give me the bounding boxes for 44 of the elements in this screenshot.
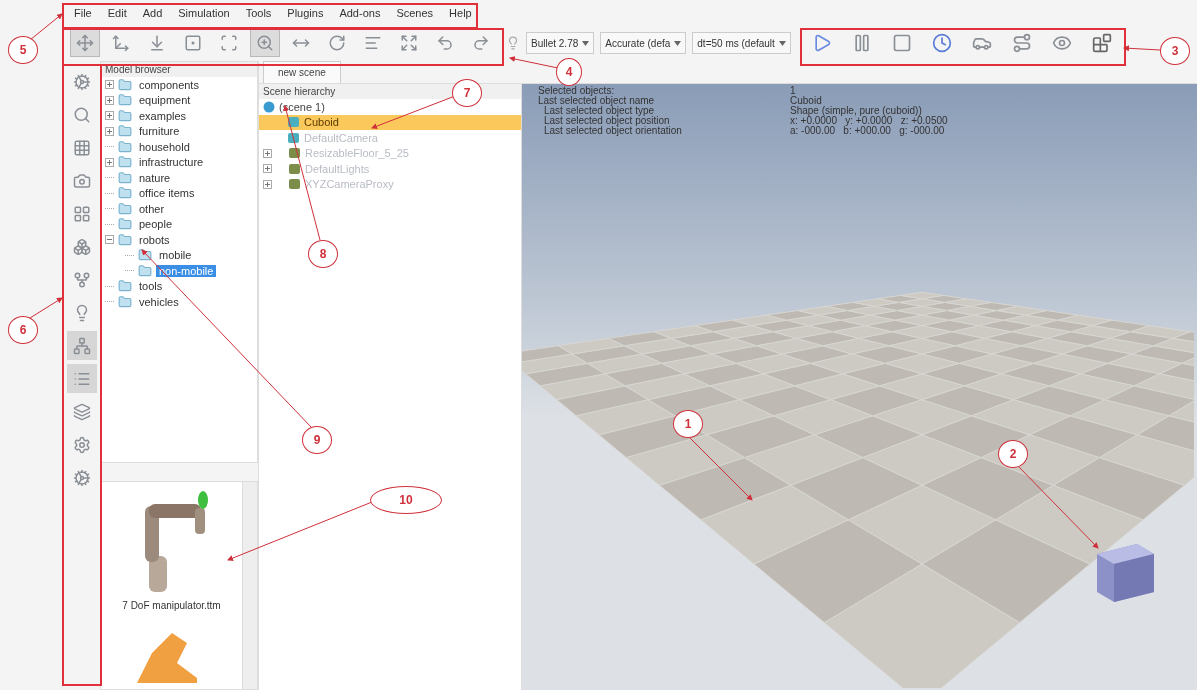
- tree-item[interactable]: examples: [136, 109, 190, 122]
- menu-item[interactable]: Tools: [245, 7, 272, 25]
- menu-item[interactable]: Simulation: [178, 7, 230, 25]
- tree-item[interactable]: household: [136, 140, 193, 153]
- callout-number: 4: [556, 58, 582, 86]
- menu-item[interactable]: Add-ons: [339, 7, 381, 25]
- menu-item[interactable]: Add: [142, 7, 163, 25]
- tree-item[interactable]: robots: [136, 233, 173, 246]
- engine-dropdown[interactable]: dt=50 ms (default: [692, 32, 791, 54]
- scene-tab[interactable]: new scene: [263, 61, 341, 83]
- engine-dropdown[interactable]: Bullet 2.78: [526, 32, 595, 54]
- info-label: Last selected object position: [543, 116, 670, 126]
- info-value: x: +0.0000 y: +0.0000 z: +0.0500: [790, 116, 948, 126]
- tree-item[interactable]: furniture: [136, 125, 183, 138]
- info-label: Last selected object type: [543, 106, 655, 116]
- tree-item[interactable]: vehicles: [136, 295, 182, 308]
- tree-item[interactable]: office items: [136, 187, 198, 200]
- thumbnail-label: 7 DoF manipulator.ttm: [122, 600, 221, 611]
- info-value: 1: [790, 86, 797, 96]
- info-label: Last selected object orientation: [543, 126, 683, 136]
- callout-number: 7: [452, 79, 482, 107]
- menu-item[interactable]: Scenes: [396, 7, 434, 25]
- menu-item[interactable]: File: [74, 7, 92, 25]
- tree-item[interactable]: mobile: [156, 249, 195, 262]
- callout-number: 5: [8, 36, 38, 64]
- info-value: a: -000.00 b: +000.00 g: -000.00: [790, 126, 946, 136]
- tree-item[interactable]: nature: [136, 171, 174, 184]
- info-value: Cuboid: [790, 96, 823, 106]
- menu-item[interactable]: Help: [449, 7, 472, 25]
- tree-item[interactable]: other: [136, 202, 168, 215]
- menu-item[interactable]: Plugins: [287, 7, 324, 25]
- tree-item[interactable]: components: [136, 78, 202, 91]
- tree-item[interactable]: equipment: [136, 94, 194, 107]
- menu-item[interactable]: Edit: [107, 7, 127, 25]
- callout-number: 3: [1160, 37, 1190, 65]
- info-value: Shape (simple, pure (cuboid)): [790, 106, 922, 116]
- tree-item[interactable]: people: [136, 218, 176, 231]
- info-label: Last selected object name: [537, 96, 656, 106]
- info-label: Selected objects:: [537, 86, 615, 96]
- engine-dropdown[interactable]: Accurate (defa: [600, 32, 687, 54]
- tree-item[interactable]: infrastructure: [136, 156, 207, 169]
- callout-number: 6: [8, 316, 38, 344]
- hierarchy-row[interactable]: Cuboid: [259, 114, 521, 130]
- tree-item[interactable]: tools: [136, 280, 166, 293]
